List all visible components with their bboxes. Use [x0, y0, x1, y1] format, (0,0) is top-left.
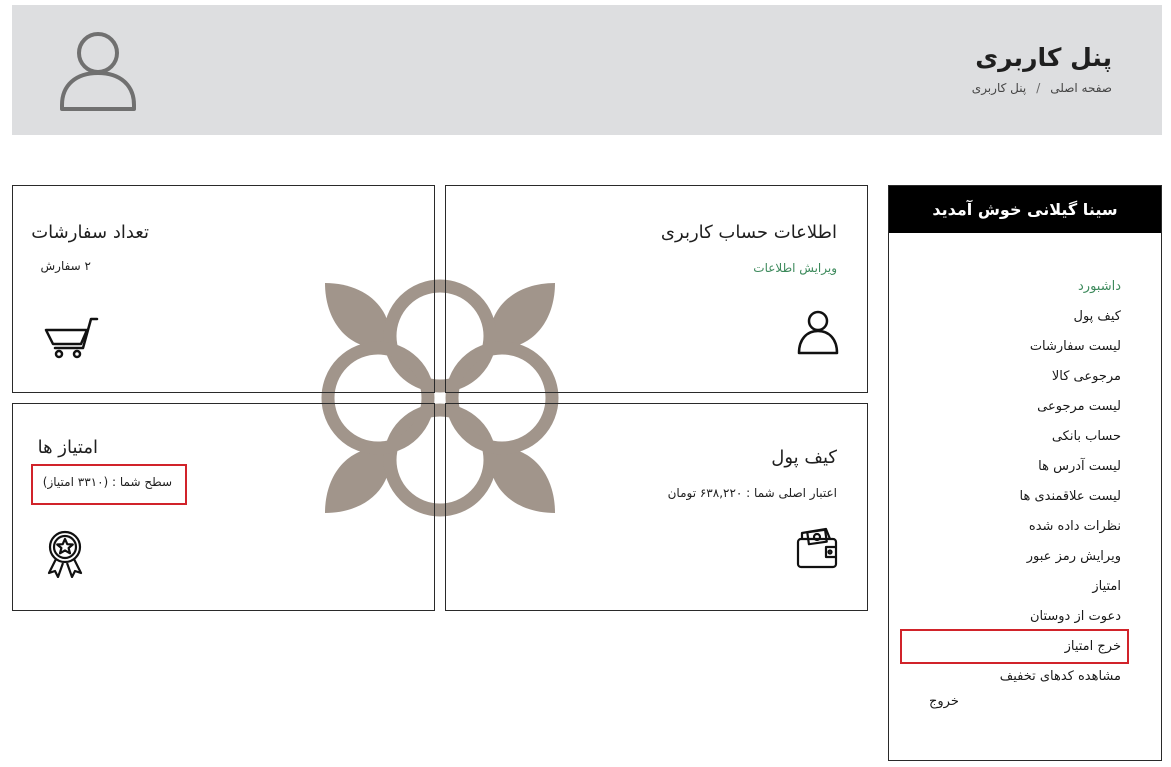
sidebar-item-orders[interactable]: لیست سفارشات — [901, 332, 1121, 362]
highlight-spend-points — [900, 629, 1129, 664]
card-account-title: اطلاعات حساب کاربری — [660, 222, 837, 243]
card-orders-count-value: ۲ سفارش — [40, 259, 92, 273]
badge-icon — [47, 530, 83, 578]
sidebar-item-bank-account[interactable]: حساب بانکی — [901, 422, 1121, 452]
breadcrumb-home[interactable]: صفحه اصلی — [1050, 81, 1112, 95]
sidebar-item-wallet[interactable]: کیف پول — [901, 302, 1121, 332]
card-points: امتیاز ها سطح شما : (۳۳۱۰ امتیاز) — [12, 403, 435, 611]
card-account-info: اطلاعات حساب کاربری ویرایش اطلاعات — [445, 185, 868, 393]
sidebar-item-returns-list[interactable]: لیست مرجوعی — [901, 392, 1121, 422]
logout-link[interactable]: خروج — [929, 694, 959, 709]
user-icon — [797, 310, 839, 355]
sidebar-item-change-password[interactable]: ویرایش رمز عبور — [901, 542, 1121, 572]
sidebar-item-return-product[interactable]: مرجوعی کالا — [901, 362, 1121, 392]
sidebar-item-points[interactable]: امتیاز — [901, 572, 1121, 602]
breadcrumb-separator: / — [1036, 81, 1041, 95]
card-orders-count: تعداد سفارشات ۲ سفارش — [12, 185, 435, 393]
sidebar-item-invite-friends[interactable]: دعوت از دوستان — [901, 602, 1121, 632]
wallet-icon — [796, 527, 838, 569]
highlight-points-level — [31, 464, 187, 505]
card-wallet: کیف پول اعتبار اصلی شما : ۶۳۸,۲۲۰ تومان — [445, 403, 868, 611]
card-wallet-title: کیف پول — [771, 447, 837, 468]
sidebar-item-wishlist[interactable]: لیست علاقمندی ها — [901, 482, 1122, 512]
sidebar-item-addresses[interactable]: لیست آدرس ها — [901, 452, 1121, 482]
sidebar: سینا گیلانی خوش آمدید داشبورد کیف پول لی… — [888, 185, 1162, 761]
sidebar-item-comments[interactable]: نظرات داده شده — [901, 512, 1121, 542]
page-header: پنل کاربری صفحه اصلی / پنل کاربری — [12, 5, 1162, 135]
page-title: پنل کاربری — [975, 43, 1112, 72]
breadcrumb-current: پنل کاربری — [971, 81, 1027, 95]
edit-profile-link[interactable]: ویرایش اطلاعات — [753, 261, 837, 275]
sidebar-item-discount-codes[interactable]: مشاهده کدهای تخفیف — [901, 662, 1121, 692]
wallet-balance-value: اعتبار اصلی شما : ۶۳۸,۲۲۰ تومان — [667, 486, 837, 500]
card-points-title: امتیاز ها — [37, 437, 98, 458]
sidebar-welcome: سینا گیلانی خوش آمدید — [889, 186, 1161, 233]
sidebar-item-dashboard[interactable]: داشبورد — [901, 272, 1121, 302]
card-orders-title: تعداد سفارشات — [31, 222, 149, 243]
cart-icon — [44, 317, 99, 359]
breadcrumb: صفحه اصلی / پنل کاربری — [972, 81, 1112, 95]
avatar-icon — [60, 32, 136, 111]
